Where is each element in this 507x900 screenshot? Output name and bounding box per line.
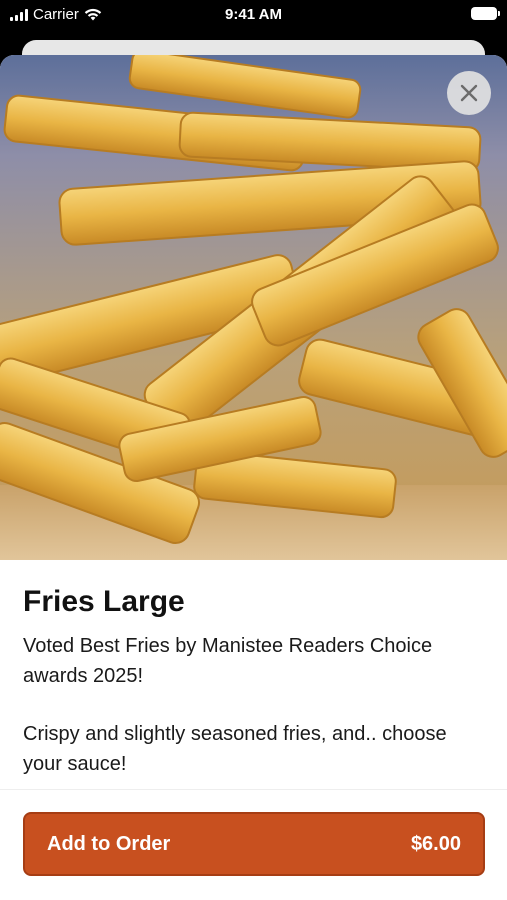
screen: Carrier 9:41 AM Fries Large Voted Best F… — [0, 0, 507, 900]
item-photo — [0, 55, 507, 560]
add-to-order-button[interactable]: Add to Order $6.00 — [23, 812, 485, 876]
close-button[interactable] — [447, 71, 491, 115]
add-to-order-label: Add to Order — [47, 832, 171, 855]
order-price: $6.00 — [410, 832, 461, 855]
item-info: Fries Large Voted Best Fries by Manistee… — [23, 585, 484, 807]
fries-illustration — [0, 55, 507, 560]
description-line-1: Voted Best Fries by Manistee Readers Cho… — [23, 635, 433, 687]
description-line-2: Crispy and slightly seasoned fries, and.… — [23, 723, 447, 775]
item-detail-sheet: Fries Large Voted Best Fries by Manistee… — [0, 55, 507, 900]
status-bar: Carrier 9:41 AM — [0, 0, 507, 32]
battery-icon — [471, 7, 500, 20]
status-time: 9:41 AM — [225, 6, 282, 23]
item-title: Fries Large — [23, 585, 185, 618]
item-description: Voted Best Fries by Manistee Readers Cho… — [23, 631, 484, 779]
close-icon — [460, 84, 478, 102]
order-footer: Add to Order $6.00 — [0, 789, 507, 900]
